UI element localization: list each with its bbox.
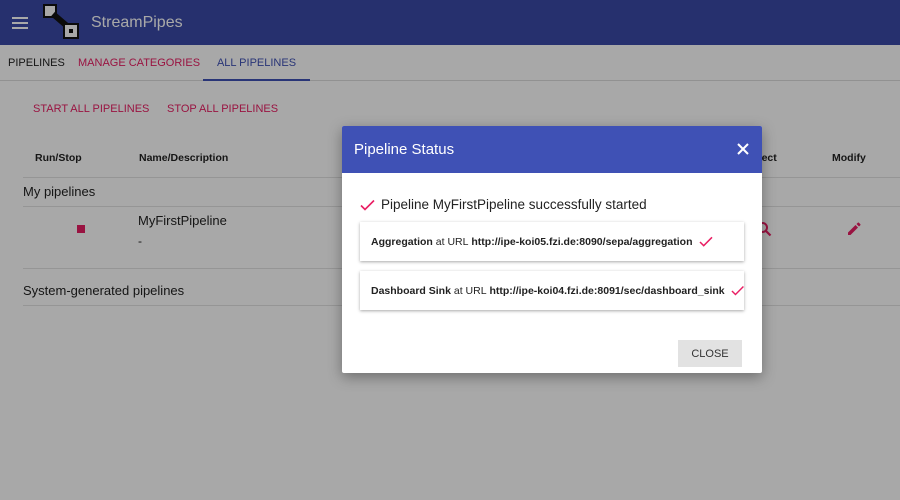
url-prefix: at URL — [453, 284, 487, 297]
dialog-title: Pipeline Status — [354, 141, 455, 158]
element-url: http://ipe-koi05.fzi.de:8090/sepa/aggreg… — [471, 235, 693, 248]
checkmark-icon — [698, 236, 713, 247]
dialog-header: Pipeline Status — [342, 126, 762, 173]
pipeline-element-status-card: Aggregation at URL http://ipe-koi05.fzi.… — [360, 222, 744, 261]
checkmark-icon — [360, 199, 375, 211]
close-icon[interactable] — [736, 142, 750, 156]
status-text: Pipeline MyFirstPipeline successfully st… — [381, 197, 647, 212]
status-message: Pipeline MyFirstPipeline successfully st… — [360, 197, 647, 212]
url-prefix: at URL — [435, 235, 469, 248]
pipeline-element-status-card: Dashboard Sink at URL http://ipe-koi04.f… — [360, 271, 744, 310]
close-button[interactable]: CLOSE — [678, 340, 742, 367]
element-name: Dashboard Sink — [371, 284, 451, 297]
element-url: http://ipe-koi04.fzi.de:8091/sec/dashboa… — [489, 284, 725, 297]
pipeline-status-dialog: Pipeline Status Pipeline MyFirstPipeline… — [342, 126, 762, 373]
checkmark-icon — [731, 285, 744, 296]
element-name: Aggregation — [371, 235, 433, 248]
